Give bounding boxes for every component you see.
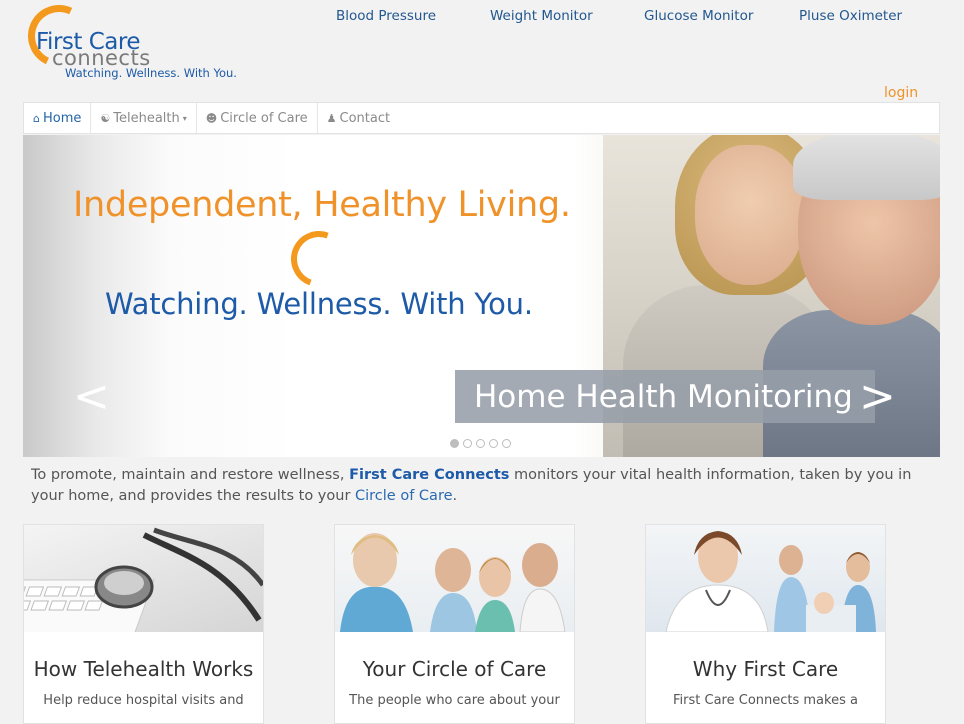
top-link-weight-monitor[interactable]: Weight Monitor: [490, 8, 593, 24]
card-body: The people who care about your: [349, 693, 560, 708]
card-why-first-care[interactable]: Why First Care First Care Connects makes…: [645, 524, 886, 724]
intro-part3: .: [452, 488, 458, 504]
card-image-nurse: [646, 525, 885, 632]
logo[interactable]: First Care connects Watching. Wellness. …: [19, 0, 266, 84]
hero-ring-icon: [281, 221, 357, 297]
card-your-circle-of-care[interactable]: Your Circle of Care The people who care …: [334, 524, 575, 724]
caret-down-icon: ▾: [182, 113, 187, 123]
nav-contact-label: Contact: [339, 110, 391, 126]
main-navbar: ⌂ Home ☯ Telehealth ▾ ☻ Circle of Care ♟…: [23, 102, 940, 134]
carousel-dot[interactable]: [463, 439, 472, 448]
nav-home-label: Home: [42, 110, 82, 126]
nav-circle-of-care[interactable]: ☻ Circle of Care: [197, 103, 318, 133]
top-link-glucose-monitor[interactable]: Glucose Monitor: [644, 8, 753, 24]
nav-telehealth-label: Telehealth: [113, 110, 180, 126]
nav-home[interactable]: ⌂ Home: [24, 103, 92, 133]
intro-part1: To promote, maintain and restore wellnes…: [31, 467, 350, 483]
globe-icon: ☯: [100, 111, 111, 125]
hero-photo-woman-face: [695, 145, 805, 285]
nav-circle-label: Circle of Care: [220, 110, 308, 126]
carousel-dot[interactable]: [502, 439, 511, 448]
card-title: Your Circle of Care: [362, 657, 547, 681]
carousel-next-icon[interactable]: >: [859, 375, 896, 419]
card-title: How Telehealth Works: [33, 657, 254, 681]
hero-subline: Watching. Wellness. With You.: [105, 287, 533, 321]
carousel-indicators: [450, 439, 511, 448]
hero-headline: Independent, Healthy Living.: [73, 185, 571, 225]
card-body: First Care Connects makes a: [673, 693, 858, 708]
carousel-prev-icon[interactable]: <: [73, 375, 110, 419]
card-body: Help reduce hospital visits and: [43, 693, 244, 708]
card-image-keyboard-stethoscope: [24, 525, 263, 632]
card-title: Why First Care: [692, 657, 839, 681]
nav-contact[interactable]: ♟ Contact: [318, 103, 399, 133]
user-icon: ♟: [326, 111, 337, 125]
card-image-care-team: [335, 525, 574, 632]
circle-of-care-link[interactable]: Circle of Care: [355, 488, 453, 504]
top-link-blood-pressure[interactable]: Blood Pressure: [336, 8, 436, 24]
hero-banner: Home Health Monitoring: [455, 370, 875, 423]
top-link-pulse-oximeter[interactable]: Pluse Oximeter: [799, 8, 902, 24]
card-how-telehealth-works[interactable]: How Telehealth Works Help reduce hospita…: [23, 524, 264, 724]
nav-telehealth[interactable]: ☯ Telehealth ▾: [91, 103, 197, 133]
carousel-dot[interactable]: [489, 439, 498, 448]
carousel-dot[interactable]: [476, 439, 485, 448]
users-icon: ☻: [205, 111, 218, 125]
carousel-dot[interactable]: [450, 439, 459, 448]
hero-carousel[interactable]: Independent, Healthy Living. Watching. W…: [23, 135, 940, 457]
intro-brand: First Care Connects: [349, 467, 510, 483]
hero-photo-man-hair: [793, 135, 940, 200]
intro-text: To promote, maintain and restore wellnes…: [31, 465, 931, 507]
logo-tagline: Watching. Wellness. With You.: [65, 66, 237, 80]
login-link[interactable]: login: [884, 85, 918, 101]
home-icon: ⌂: [33, 111, 40, 125]
